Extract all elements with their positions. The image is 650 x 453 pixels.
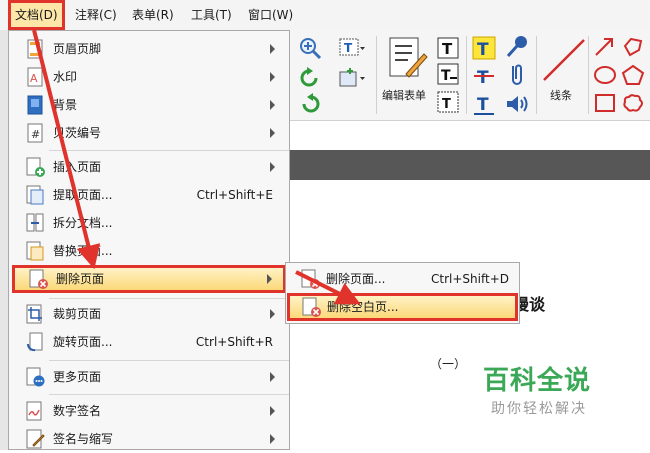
- guide-arrow-to-delete-page: [32, 29, 101, 270]
- guide-arrows-overlay: [32, 29, 361, 305]
- guide-arrow-to-delete-blank: [295, 270, 361, 305]
